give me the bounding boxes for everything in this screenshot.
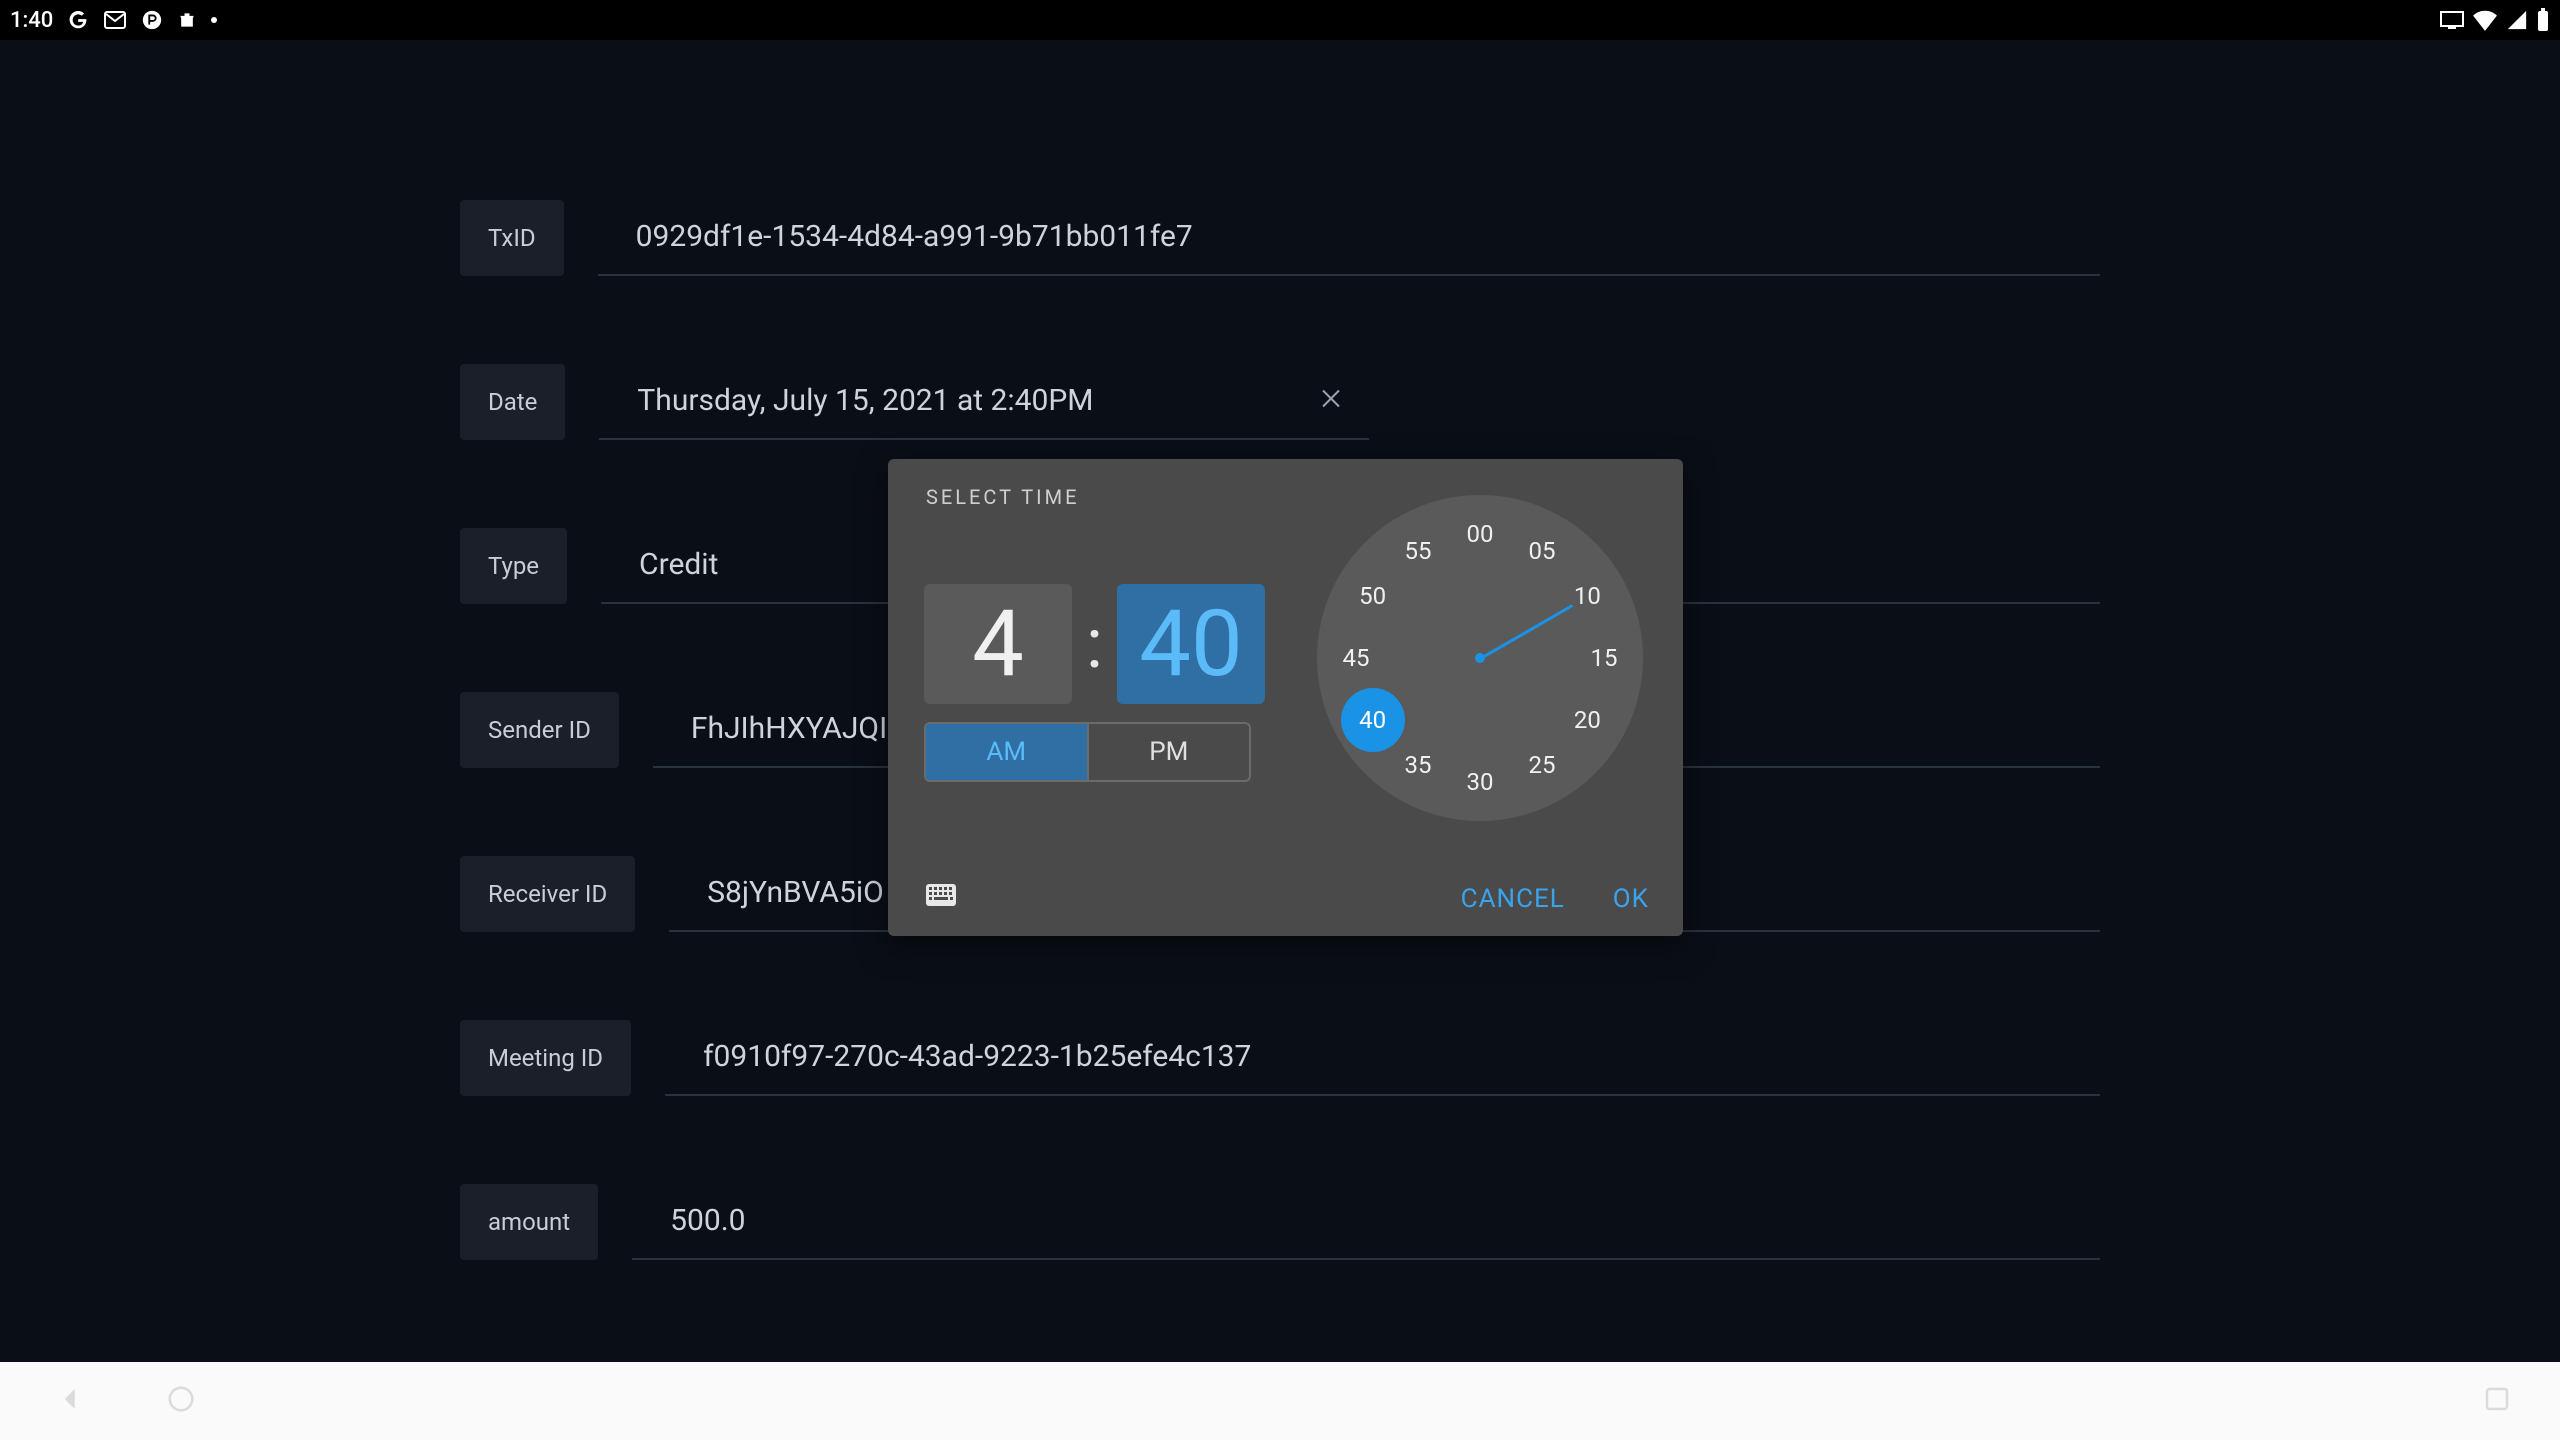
time-colon: : (1086, 603, 1103, 685)
am-button[interactable]: AM (926, 724, 1089, 780)
clock-knob-label: 40 (1359, 706, 1386, 734)
clock-tick-50[interactable]: 50 (1351, 582, 1395, 610)
hour-box[interactable]: 4 (924, 584, 1072, 704)
clock-tick-00[interactable]: 00 (1458, 520, 1502, 548)
nav-overview-icon[interactable] (2482, 1399, 2512, 1418)
clock-tick-20[interactable]: 20 (1565, 706, 1609, 734)
clock-tick-45[interactable]: 45 (1334, 644, 1378, 672)
dialog-title: SELECT TIME (926, 485, 1079, 509)
clock-knob[interactable]: 40 (1341, 688, 1405, 752)
nav-home-icon[interactable] (166, 1384, 196, 1418)
time-digits: 4 : 40 (924, 584, 1265, 704)
keyboard-icon[interactable] (926, 884, 956, 910)
clock-tick-25[interactable]: 25 (1520, 751, 1564, 779)
minute-box[interactable]: 40 (1117, 584, 1265, 704)
ampm-toggle: AM PM (924, 722, 1251, 782)
cancel-button[interactable]: CANCEL (1461, 884, 1565, 914)
nav-left (56, 1384, 196, 1418)
nav-right (2482, 1384, 2512, 1418)
pm-button[interactable]: PM (1089, 724, 1250, 780)
dialog-actions: CANCEL OK (1461, 884, 1649, 914)
ok-button[interactable]: OK (1613, 884, 1649, 914)
clock-tick-30[interactable]: 30 (1458, 768, 1502, 796)
clock-tick-55[interactable]: 55 (1396, 537, 1440, 565)
clock-face[interactable]: 40 000510152025303540455055 (1317, 495, 1643, 821)
clock-tick-10[interactable]: 10 (1565, 582, 1609, 610)
time-picker-dialog: SELECT TIME 4 : 40 AM PM 40 00 0510 15 2025… (888, 459, 1683, 936)
nav-back-icon[interactable] (56, 1384, 86, 1418)
navigation-bar (0, 1362, 2560, 1440)
clock-tick-15[interactable]: 15 (1582, 644, 1626, 672)
clock-hand (1481, 604, 1573, 659)
clock-tick-05[interactable]: 05 (1520, 537, 1564, 565)
clock-tick-35[interactable]: 35 (1396, 751, 1440, 779)
